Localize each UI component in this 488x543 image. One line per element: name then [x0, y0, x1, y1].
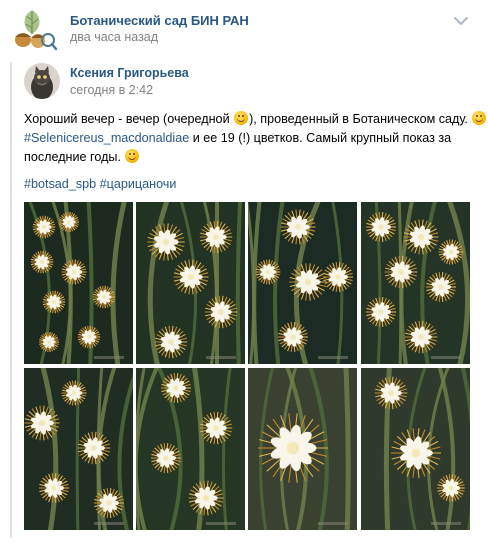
hashtag-tsaritsanochi-link[interactable]: #царицаночи [100, 177, 177, 191]
group-header: Ботанический сад БИН РАН два часа назад [0, 0, 488, 56]
chevron-down-icon[interactable] [452, 14, 470, 28]
gallery-photo-8[interactable] [361, 368, 470, 530]
repost-bar [10, 62, 12, 538]
author-post-time[interactable]: сегодня в 2:42 [70, 83, 153, 97]
hashtags: #botsad_spb #царицаночи [24, 177, 176, 191]
species-hashtag-link[interactable]: #Selenicereus_macdonaldiae [24, 131, 189, 145]
gallery-photo-7[interactable] [248, 368, 357, 530]
post-text-line-3: последние годы. [24, 148, 479, 167]
group-name-link[interactable]: Ботанический сад БИН РАН [70, 13, 249, 28]
author-name-link[interactable]: Ксения Григорьева [70, 66, 189, 80]
gallery-photo-3[interactable] [248, 202, 357, 364]
post-text-segment: и ее 19 (!) цветков. Самый крупный показ… [189, 131, 452, 145]
smiling-emoji-icon [472, 111, 487, 125]
group-post-time[interactable]: два часа назад [70, 30, 158, 44]
gallery-photo-4[interactable] [361, 202, 470, 364]
gallery-photo-6[interactable] [136, 368, 245, 530]
hashtag-botsad-link[interactable]: #botsad_spb [24, 177, 96, 191]
botanical-garden-logo-icon[interactable] [12, 6, 58, 52]
avatar[interactable] [24, 63, 60, 99]
post-text-line-2: #Selenicereus_macdonaldiae и ее 19 (!) ц… [24, 129, 479, 148]
post-text-segment: Хороший вечер - вечер (очередной [24, 112, 234, 126]
post-text: Хороший вечер - вечер (очередной ), пров… [24, 110, 487, 167]
post-text-line-1: Хороший вечер - вечер (очередной ), пров… [24, 110, 487, 129]
post-text-segment: последние годы. [24, 150, 121, 164]
gallery-photo-1[interactable] [24, 202, 133, 364]
gallery-photo-5[interactable] [24, 368, 133, 530]
post-text-segment: ), проведенный в Ботаническом саду. [249, 112, 468, 126]
grinning-emoji-icon [234, 111, 249, 125]
gallery-photo-2[interactable] [136, 202, 245, 364]
grinning-emoji-icon [125, 149, 140, 163]
photo-gallery [24, 202, 470, 532]
